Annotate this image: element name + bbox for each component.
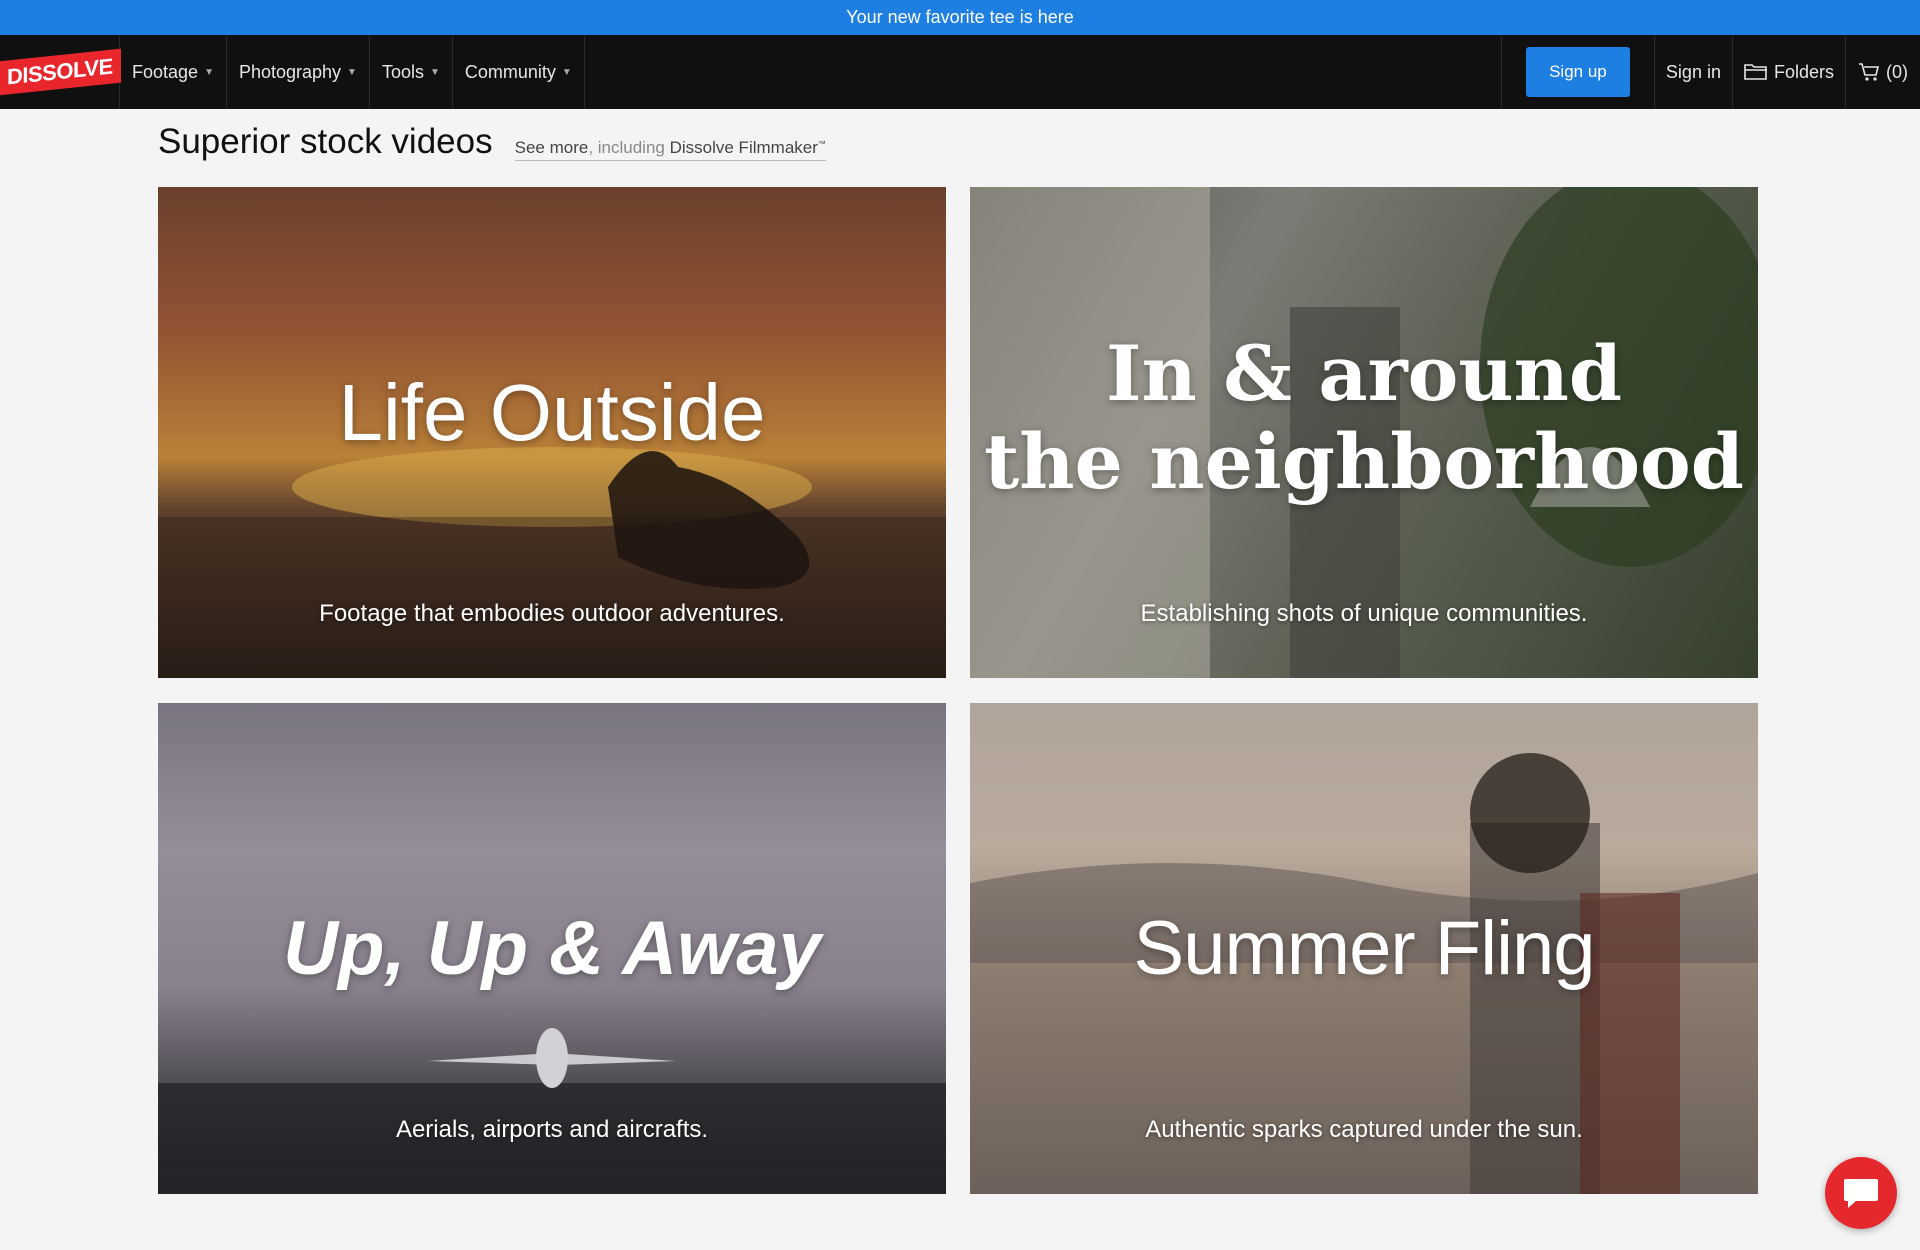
chevron-down-icon: ▼ [429, 66, 440, 78]
see-more-label[interactable]: See more [515, 138, 589, 157]
see-more-link[interactable]: See more, including Dissolve Filmmaker™ [514, 138, 826, 161]
top-nav: DISSOLVE Footage ▼ Photography ▼ Tools ▼… [0, 35, 1920, 109]
chevron-down-icon: ▼ [561, 66, 572, 78]
tile-subtitle: Footage that embodies outdoor adventures… [319, 600, 785, 627]
tile-subtitle: Authentic sparks captured under the sun. [1145, 1116, 1583, 1143]
tile-title: In & around the neighborhood [984, 330, 1744, 505]
collection-tile-neighborhood[interactable]: In & around the neighborhood Establishin… [970, 187, 1758, 678]
collection-tile-summer-fling[interactable]: Summer Fling Authentic sparks captured u… [970, 703, 1758, 1194]
cart-link[interactable]: (0) [1846, 35, 1920, 109]
tile-title: Up, Up & Away [283, 905, 821, 991]
signin-label: Sign in [1665, 61, 1721, 82]
nav-photography-label: Photography [238, 61, 342, 82]
tile-title: Life Outside [338, 367, 766, 457]
logo[interactable]: DISSOLVE [0, 35, 121, 109]
nav-spacer [585, 35, 1502, 109]
signin-link[interactable]: Sign in [1655, 35, 1733, 109]
signup-wrap: Sign up [1502, 35, 1655, 109]
logo-text[interactable]: DISSOLVE [0, 48, 121, 96]
chevron-down-icon: ▼ [347, 66, 357, 78]
nav-footage-label: Footage [132, 61, 199, 82]
promo-text[interactable]: Your new favorite tee is here [846, 7, 1073, 28]
page-title: Superior stock videos [158, 122, 493, 161]
chat-icon [1842, 1176, 1880, 1210]
tile-title-line-2: the neighborhood [984, 416, 1744, 506]
signup-button[interactable]: Sign up [1525, 47, 1630, 97]
nav-community[interactable]: Community ▼ [453, 35, 585, 109]
nav-community-label: Community [464, 61, 556, 82]
section-heading: Superior stock videos See more, includin… [158, 122, 826, 162]
cart-icon [1858, 62, 1880, 82]
chevron-down-icon: ▼ [204, 66, 214, 78]
nav-tools-label: Tools [381, 61, 424, 82]
including-text: , including [588, 138, 670, 157]
collection-grid: Life Outside Footage that embodies outdo… [158, 187, 1758, 1194]
collection-tile-up-up-away[interactable]: Up, Up & Away Aerials, airports and airc… [158, 703, 946, 1194]
nav-tools[interactable]: Tools ▼ [370, 35, 453, 109]
promo-banner[interactable]: Your new favorite tee is here [0, 0, 1920, 35]
folder-icon [1744, 63, 1768, 81]
folders-label: Folders [1773, 61, 1834, 82]
folders-link[interactable]: Folders [1733, 35, 1846, 109]
tile-title: Summer Fling [1133, 905, 1596, 991]
trademark-mark: ™ [817, 139, 826, 149]
nav-photography[interactable]: Photography ▼ [227, 35, 370, 109]
filmmaker-link[interactable]: Dissolve Filmmaker [670, 138, 818, 157]
tile-title-line-1: In & around [1106, 329, 1622, 419]
cart-count: (0) [1886, 61, 1908, 82]
tile-subtitle: Establishing shots of unique communities… [1140, 600, 1588, 627]
nav-footage[interactable]: Footage ▼ [120, 35, 227, 109]
chat-button[interactable] [1825, 1157, 1897, 1229]
tile-subtitle: Aerials, airports and aircrafts. [395, 1116, 709, 1143]
collection-tile-life-outside[interactable]: Life Outside Footage that embodies outdo… [158, 187, 946, 678]
